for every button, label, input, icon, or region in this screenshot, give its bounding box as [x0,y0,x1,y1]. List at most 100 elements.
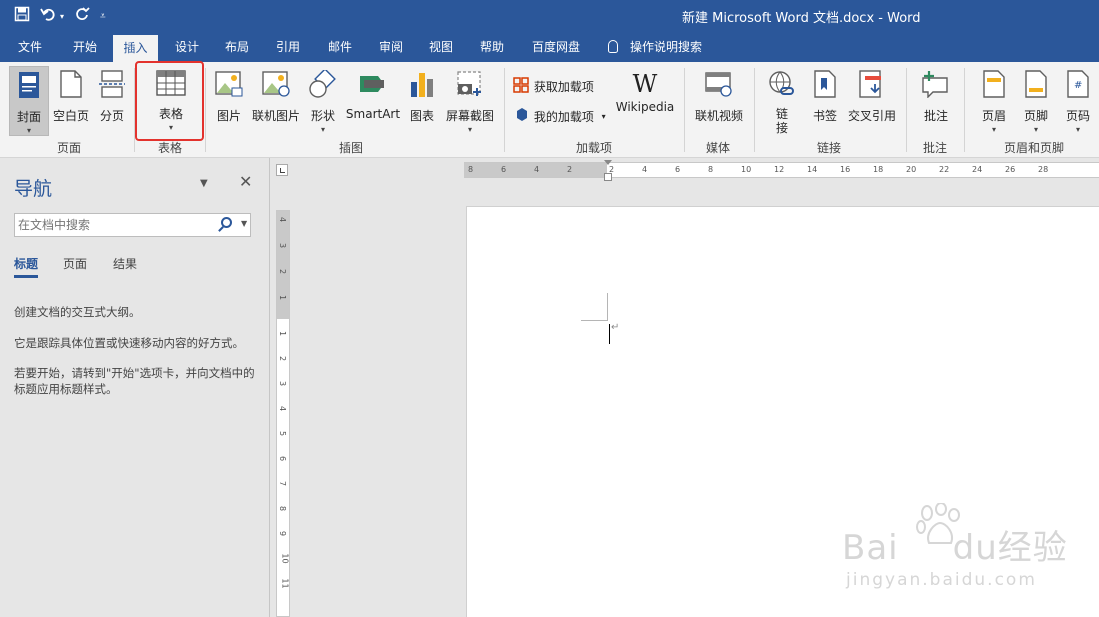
tab-view[interactable]: 视图 [419,32,463,62]
ruler-tick-label: 2 [278,268,288,275]
ruler-tick-label: 5 [278,430,288,437]
watermark-bai: Bai [842,528,899,568]
shapes-label: 形状 [310,109,335,123]
blank-page-label: 空白页 [52,109,89,123]
chart-label: 图表 [409,109,434,123]
screenshot-label: 屏幕截图 [445,109,494,123]
ruler-tick-label: 8 [468,165,474,174]
nav-options-dropdown-icon[interactable]: ▼ [200,178,208,189]
nav-help-text-1: 创建文档的交互式大纲。 [14,305,141,319]
tab-file[interactable]: 文件 [8,32,52,62]
footer-button[interactable]: 页脚 ▾ [1018,66,1054,134]
search-icon[interactable] [221,217,232,228]
ruler-tick-label: 1 [278,294,288,301]
cross-reference-button[interactable]: 交叉引用 [846,66,898,124]
picture-label: 图片 [216,109,241,123]
page-break-label: 分页 [99,109,124,123]
link-label: 链接 [775,107,788,135]
smartart-label: SmartArt [345,107,401,121]
tab-selector[interactable] [271,158,295,182]
tell-me-search[interactable]: 操作说明搜索 [608,32,718,62]
smartart-button[interactable]: SmartArt [344,66,402,121]
group-label-media: 媒体 [706,141,731,155]
ruler-tick-label: 4 [642,165,648,174]
tab-layout[interactable]: 布局 [215,32,259,62]
get-addins-button[interactable]: 获取加载项 [512,76,602,97]
online-video-button[interactable]: 联机视频 [692,66,746,124]
group-label-links: 链接 [817,141,842,155]
tab-review[interactable]: 审阅 [369,32,413,62]
page-break-button[interactable]: 分页 [95,66,129,124]
ruler-tick-label: 24 [972,165,983,174]
ruler-tick-label: 2 [567,165,573,174]
ruler-tick-label: 4 [534,165,540,174]
watermark-du: du [952,528,998,568]
ruler-tick-label: 2 [278,355,288,362]
save-icon[interactable] [14,6,30,27]
online-picture-button[interactable]: 联机图片 [251,66,301,124]
nav-search-input[interactable] [15,214,205,236]
cover-page-button[interactable]: 封面 ▾ [9,66,49,136]
nav-tab-results[interactable]: 结果 [113,255,137,272]
close-icon[interactable]: ✕ [239,172,252,191]
margin-crop-mark [581,320,608,321]
horizontal-ruler[interactable]: 8 6 4 2 2 4 6 8 10 12 14 16 18 20 22 24 26 28 [464,160,1099,181]
title-bar: ▾ ⩡ 新建 Microsoft Word 文档.docx - Word [0,0,1099,32]
page-break-icon [95,70,129,101]
undo-icon[interactable] [40,6,58,27]
chart-button[interactable]: 图表 [406,66,438,124]
tab-home[interactable]: 开始 [62,32,108,62]
vertical-ruler[interactable]: 4 3 2 1 1 2 3 4 5 6 7 8 9 10 11 [276,210,290,617]
nav-search-box[interactable]: ▼ [14,213,251,237]
nav-title: 导航 [14,178,53,200]
chevron-down-icon: ▾ [601,112,606,121]
cover-page-label: 封面 [16,110,41,124]
chevron-down-icon[interactable]: ▼ [241,219,247,228]
comment-button[interactable]: 批注 [916,66,956,124]
nav-help-text-2: 它是跟踪具体位置或快速移动内容的好方式。 [14,336,244,350]
ruler-tick-label: 28 [1038,165,1049,174]
link-button[interactable]: 链接 [764,66,800,135]
left-indent-marker[interactable] [604,173,612,181]
blank-page-button[interactable]: 空白页 [50,66,92,124]
tab-design[interactable]: 设计 [165,32,209,62]
shapes-button[interactable]: 形状 ▾ [306,66,340,134]
header-button[interactable]: 页眉 ▾ [976,66,1012,134]
ruler-tick-label: 11 [280,578,290,589]
svg-text:#: # [1074,80,1082,91]
chart-icon [406,70,438,101]
separator [205,68,206,152]
my-addins-button[interactable]: 我的加载项 ▾ [514,107,614,126]
chevron-down-icon: ▾ [320,125,325,134]
screenshot-button[interactable]: 屏幕截图 ▾ [442,66,498,134]
margin-crop-mark [607,293,608,321]
tab-references[interactable]: 引用 [266,32,310,62]
cross-reference-icon [846,70,898,101]
tab-baidu-netdisk[interactable]: 百度网盘 [524,32,588,62]
bookmark-button[interactable]: 书签 [808,66,842,124]
header-label: 页眉 [981,109,1006,123]
footer-label: 页脚 [1023,109,1048,123]
picture-button[interactable]: 图片 [211,66,247,124]
customize-qat-icon[interactable]: ⩡ [100,7,106,27]
bookmark-icon [808,70,842,101]
ruler-tick-label: 8 [278,505,288,512]
ruler-tick-label: 3 [278,242,288,249]
separator [754,68,755,152]
tab-help[interactable]: 帮助 [470,32,514,62]
tab-insert[interactable]: 插入 [113,35,158,62]
bookmark-label: 书签 [812,109,837,123]
redo-icon[interactable] [74,6,90,27]
page-number-button[interactable]: # 页码 ▾ [1062,66,1094,134]
tab-mailings[interactable]: 邮件 [318,32,362,62]
table-highlight-box [135,61,204,141]
my-addins-icon [514,107,530,126]
nav-tab-pages[interactable]: 页面 [63,255,87,272]
header-icon [976,70,1012,101]
group-label-illustrations: 插图 [339,141,364,155]
lightbulb-icon [608,40,618,53]
ruler-tick-label: 9 [278,530,288,537]
undo-dropdown-icon[interactable]: ▾ [60,7,64,27]
nav-tab-headings[interactable]: 标题 [14,255,39,278]
wikipedia-button[interactable]: W Wikipedia [612,66,678,114]
